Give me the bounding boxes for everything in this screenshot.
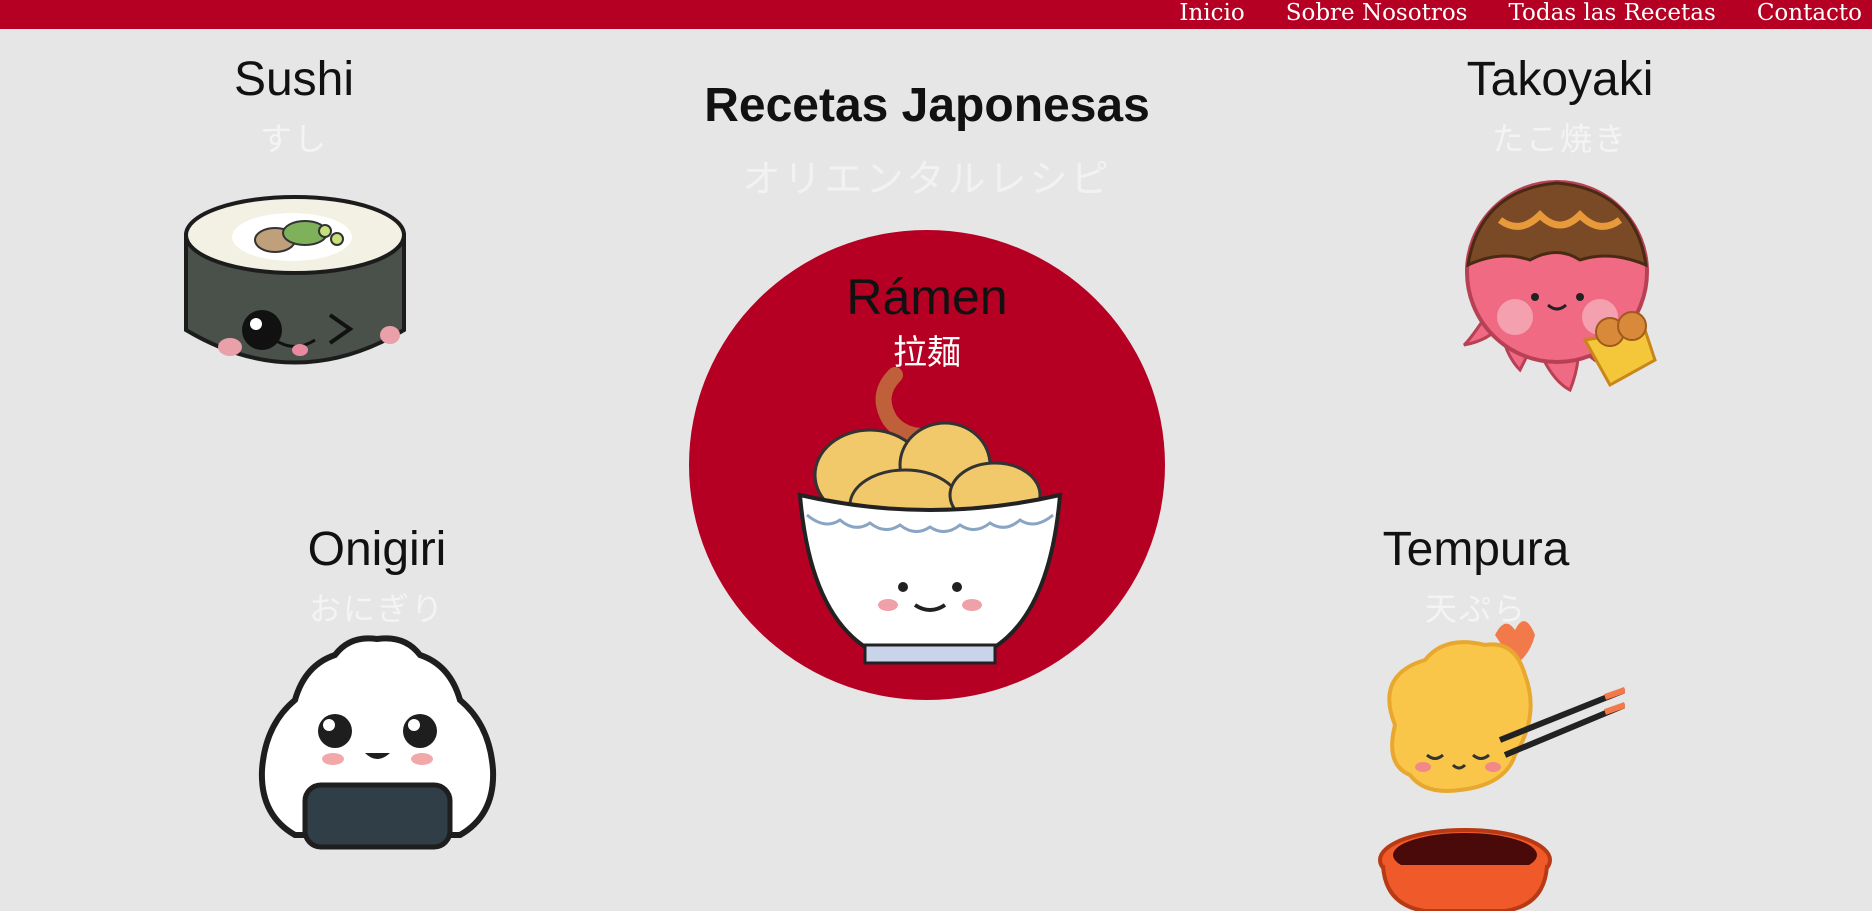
- takoyaki-title[interactable]: Takoyaki: [1440, 52, 1680, 107]
- takoyaki-jp-title: たこ焼き: [1491, 121, 1628, 157]
- nav-inicio-link[interactable]: Inicio: [1179, 0, 1244, 29]
- onigiri-title[interactable]: Onigiri: [277, 522, 477, 577]
- tempura-icon[interactable]: [1365, 615, 1625, 911]
- sushi-title[interactable]: Sushi: [194, 52, 394, 107]
- tempura-title[interactable]: Tempura: [1356, 522, 1596, 577]
- takoyaki-icon[interactable]: [1460, 180, 1670, 400]
- nav-sobre-nosotros-link[interactable]: Sobre Nosotros: [1286, 0, 1468, 29]
- nav-contacto-link[interactable]: Contacto: [1757, 0, 1862, 29]
- onigiri-icon[interactable]: [255, 635, 500, 850]
- main-nav: Inicio Sobre Nosotros Todas las Recetas …: [1179, 0, 1872, 29]
- ramen-title[interactable]: Rámen: [689, 268, 1165, 326]
- top-navbar: Inicio Sobre Nosotros Todas las Recetas …: [0, 0, 1872, 29]
- onigiri-jp-title: おにぎり: [308, 591, 445, 627]
- ramen-bowl-icon[interactable]: [795, 365, 1065, 665]
- sushi-jp-title: すし: [259, 121, 328, 157]
- nav-todas-las-recetas-link[interactable]: Todas las Recetas: [1508, 0, 1715, 29]
- sushi-icon[interactable]: [180, 195, 410, 395]
